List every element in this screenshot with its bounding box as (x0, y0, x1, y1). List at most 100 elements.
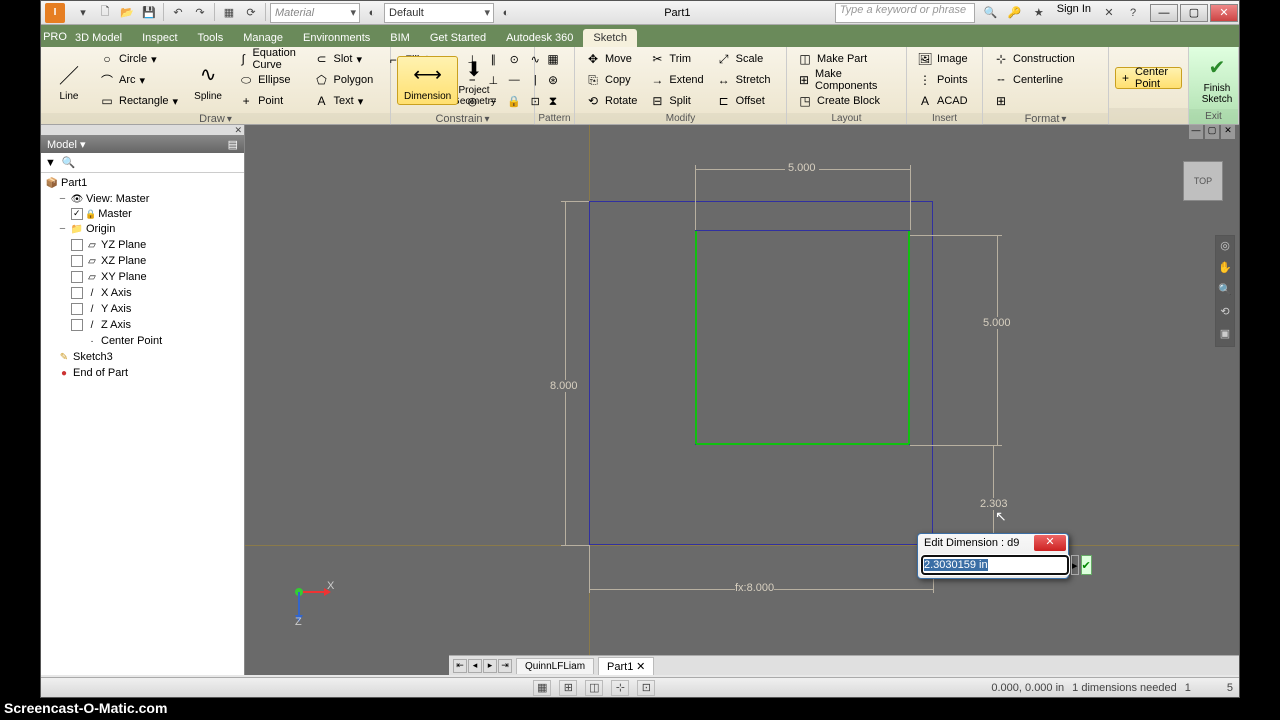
polygon-button[interactable]: ⬠Polygon (310, 70, 378, 90)
qat-update[interactable]: ⟳ (241, 3, 261, 23)
point-button[interactable]: +Point (234, 91, 305, 111)
text-button[interactable]: AText▾ (310, 91, 378, 111)
tree-xaxis[interactable]: /X Axis (43, 285, 242, 301)
tree-master[interactable]: 🔒Master (43, 207, 242, 221)
tab-next-icon[interactable]: ▸ (483, 659, 497, 673)
material-combo[interactable]: Material (270, 3, 360, 23)
st-slice-icon[interactable]: ◫ (585, 680, 603, 696)
qat-save[interactable]: 💾 (139, 3, 159, 23)
makecomp-button[interactable]: ⊞Make Components (793, 70, 900, 90)
dimension-accept-button[interactable]: ✔ (1081, 555, 1092, 575)
star-icon[interactable]: ★ (1029, 3, 1049, 23)
acad-button[interactable]: AACAD (913, 91, 972, 111)
signin-link[interactable]: Sign In (1053, 3, 1095, 23)
viewcube[interactable]: TOP (1183, 161, 1223, 201)
showformat-button[interactable]: ⊞ (989, 91, 1079, 111)
dimension-value-input[interactable] (921, 555, 1069, 575)
tab-tools[interactable]: Tools (188, 29, 234, 47)
tree-sketch[interactable]: ✎Sketch3 (43, 349, 242, 365)
browser-close-icon[interactable]: ✕ (41, 125, 244, 135)
tangent-icon[interactable]: ⊙ (504, 49, 524, 69)
fix-icon[interactable]: 🔒 (504, 91, 524, 111)
move-button[interactable]: ✥Move (581, 49, 641, 69)
extend-button[interactable]: →Extend (645, 70, 707, 90)
nav-orbit-icon[interactable]: ⟲ (1217, 305, 1233, 321)
pattern-circ-button[interactable]: ⊛ (541, 70, 565, 90)
doc-close-icon[interactable]: ✕ (1221, 125, 1235, 139)
parallel-icon[interactable]: ∥ (483, 49, 503, 69)
qat-undo[interactable]: ↶ (168, 3, 188, 23)
mirror-button[interactable]: ⧗ (541, 91, 565, 111)
doc-max-icon[interactable]: ▢ (1205, 125, 1219, 139)
equal-icon[interactable]: = (483, 91, 503, 111)
rectangle-button[interactable]: ▭Rectangle▾ (95, 91, 182, 111)
qat-select[interactable]: ▦ (219, 3, 239, 23)
dimension-button[interactable]: ⟷Dimension (397, 56, 458, 105)
tab-environments[interactable]: Environments (293, 29, 380, 47)
dim-d1[interactable]: 5.000 (785, 162, 819, 174)
line-button[interactable]: ／Line (47, 57, 91, 104)
qat-new[interactable]: 🗋 (95, 3, 115, 23)
dimension-dropdown[interactable]: ▸ (1071, 555, 1079, 575)
horizontal-icon[interactable]: — (504, 70, 524, 90)
key-icon[interactable]: 🔑 (1005, 3, 1025, 23)
tab-a360[interactable]: Autodesk 360 (496, 29, 583, 47)
tree-xz[interactable]: ▱XZ Plane (43, 253, 242, 269)
stretch-button[interactable]: ↔Stretch (712, 70, 775, 90)
offset-button[interactable]: ⊏Offset (712, 91, 775, 111)
appearance-combo[interactable]: Default (384, 3, 494, 23)
construction-button[interactable]: ⊹Construction (989, 49, 1079, 69)
search-icon[interactable]: 🔍 (981, 3, 1001, 23)
centerline-button[interactable]: ╌Centerline (989, 70, 1079, 90)
exchange-icon[interactable]: ✕ (1099, 3, 1119, 23)
concentric-icon[interactable]: ◎ (462, 91, 482, 111)
close-button[interactable]: ✕ (1210, 4, 1238, 22)
doctab-close-icon[interactable]: ✕ (636, 661, 645, 673)
material-picker[interactable]: ◐ (362, 3, 382, 23)
tab-bim[interactable]: BIM (380, 29, 420, 47)
tab-getstarted[interactable]: Get Started (420, 29, 496, 47)
tree-zaxis[interactable]: /Z Axis (43, 317, 242, 333)
find-icon[interactable]: 🔍 (62, 156, 76, 169)
nav-zoom-icon[interactable]: 🔍 (1217, 283, 1233, 299)
doc-min-icon[interactable]: — (1189, 125, 1203, 139)
createblock-button[interactable]: ◳Create Block (793, 91, 900, 111)
spline-button[interactable]: ∿Spline (186, 57, 230, 104)
panel-format[interactable]: Format ▾ (983, 113, 1108, 125)
tree-origin[interactable]: −📁Origin (43, 221, 242, 237)
tab-first-icon[interactable]: ⇤ (453, 659, 467, 673)
centerpoint-button[interactable]: +Center Point (1115, 67, 1182, 89)
browser-opts-icon[interactable]: ▤ (228, 138, 238, 151)
points-button[interactable]: ⋮Points (913, 70, 972, 90)
slot-button[interactable]: ⊂Slot▾ (310, 49, 378, 69)
tab-last-icon[interactable]: ⇥ (498, 659, 512, 673)
appearance-picker[interactable]: ◐ (496, 3, 516, 23)
tab-sketch[interactable]: Sketch (583, 29, 637, 47)
doctab-part[interactable]: Part1 ✕ (598, 657, 654, 675)
tree-xy[interactable]: ▱XY Plane (43, 269, 242, 285)
nav-lookat-icon[interactable]: ▣ (1217, 327, 1233, 343)
qat-open-file[interactable]: 📂 (117, 3, 137, 23)
tab-inspect[interactable]: Inspect (132, 29, 187, 47)
tree-view[interactable]: −👁View: Master (43, 191, 242, 207)
filter-icon[interactable]: ▼ (45, 157, 56, 169)
dim-d2[interactable]: 5.000 (983, 317, 1011, 329)
coincident-icon[interactable]: ⊥ (462, 49, 482, 69)
eqcurve-button[interactable]: ∫Equation Curve (234, 49, 305, 69)
makepart-button[interactable]: ◫Make Part (793, 49, 900, 69)
circle-button[interactable]: ○Circle▾ (95, 49, 182, 69)
arc-button[interactable]: ⌒Arc▾ (95, 70, 182, 90)
st-snap-icon[interactable]: ▦ (533, 680, 551, 696)
tree-yaxis[interactable]: /Y Axis (43, 301, 242, 317)
dim-d4[interactable]: fx:8.000 (735, 582, 774, 594)
perpendicular-icon[interactable]: ⊥ (483, 70, 503, 90)
master-check[interactable] (71, 208, 83, 220)
split-button[interactable]: ⊟Split (645, 91, 707, 111)
qat-open[interactable]: ▾ (73, 3, 93, 23)
tab-prev-icon[interactable]: ◂ (468, 659, 482, 673)
minimize-button[interactable]: — (1150, 4, 1178, 22)
ellipse-button[interactable]: ⬭Ellipse (234, 70, 305, 90)
help-search[interactable]: Type a keyword or phrase (835, 3, 975, 23)
nav-wheel-icon[interactable]: ◎ (1217, 239, 1233, 255)
tree-eop[interactable]: ●End of Part (43, 365, 242, 381)
